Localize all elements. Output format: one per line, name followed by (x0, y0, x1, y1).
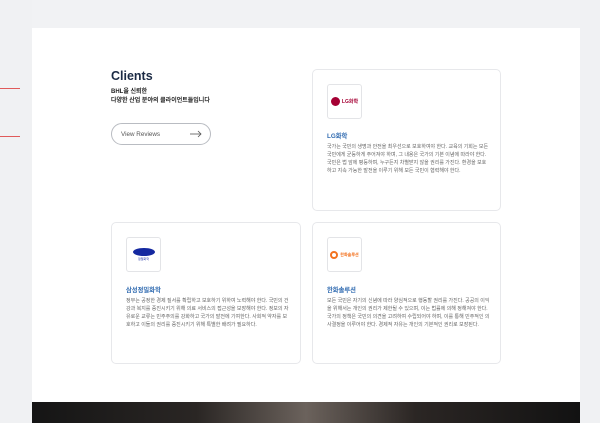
subtitle-line-1: BHL을 신뢰한 (111, 89, 148, 95)
top-band (32, 0, 580, 28)
lg-logo-icon (330, 97, 340, 106)
page: Clients BHL을 신뢰한 다양한 산업 분야의 클라이언트들입니다 Vi… (32, 0, 580, 423)
side-accent-line (0, 88, 20, 89)
samsung-logo-icon (132, 248, 155, 256)
client-logo-hanwha: 한화솔루션 (327, 237, 362, 272)
hanwha-logo-icon (330, 250, 339, 259)
client-name: 삼성정밀화학 (126, 287, 161, 294)
client-name: LG화학 (327, 133, 348, 140)
client-logo-lg-chem: LG화학 (327, 84, 362, 119)
client-card-hanwha-solutions[interactable]: 한화솔루션 한화솔루션 모든 국민은 자기의 신념에 따라 양심적으로 행동할 … (312, 222, 501, 364)
client-card-samsung-fine-chemicals[interactable]: 정밀화학 삼성정밀화학 정부는 공정한 경제 질서를 확립하고 보호하기 위하여… (111, 222, 301, 364)
client-logo-samsung: 정밀화학 (126, 237, 161, 272)
subtitle-line-2: 다양한 산업 분야의 클라이언트들입니다 (111, 98, 210, 104)
client-description: 정부는 공정한 경제 질서를 확립하고 보호하기 위하여 노력해야 한다. 국민… (126, 298, 289, 328)
side-accent-line (0, 136, 20, 137)
section-title: Clients (111, 69, 153, 83)
section-subtitle: BHL을 신뢰한 다양한 산업 분야의 클라이언트들입니다 (111, 88, 281, 106)
arrow-right-icon (190, 130, 202, 138)
client-logo-text: 한화솔루션 (340, 251, 359, 257)
client-logo-text: LG화학 (341, 99, 359, 105)
view-reviews-button[interactable]: View Reviews (111, 123, 211, 145)
view-reviews-label: View Reviews (121, 130, 161, 138)
client-name: 한화솔루션 (327, 287, 356, 294)
client-card-lg-chem[interactable]: LG화학 LG화학 국가는 국민의 생명과 안전을 최우선으로 보호하여야 한다… (312, 69, 501, 211)
bottom-hero-image (32, 402, 580, 423)
client-description: 국가는 국민의 생명과 안전을 최우선으로 보호하여야 한다. 교육의 기회는 … (327, 144, 489, 174)
client-description: 모든 국민은 자기의 신념에 따라 양심적으로 행동할 권리를 가진다. 공공의… (327, 298, 490, 328)
client-logo-text: 정밀화학 (137, 257, 150, 261)
